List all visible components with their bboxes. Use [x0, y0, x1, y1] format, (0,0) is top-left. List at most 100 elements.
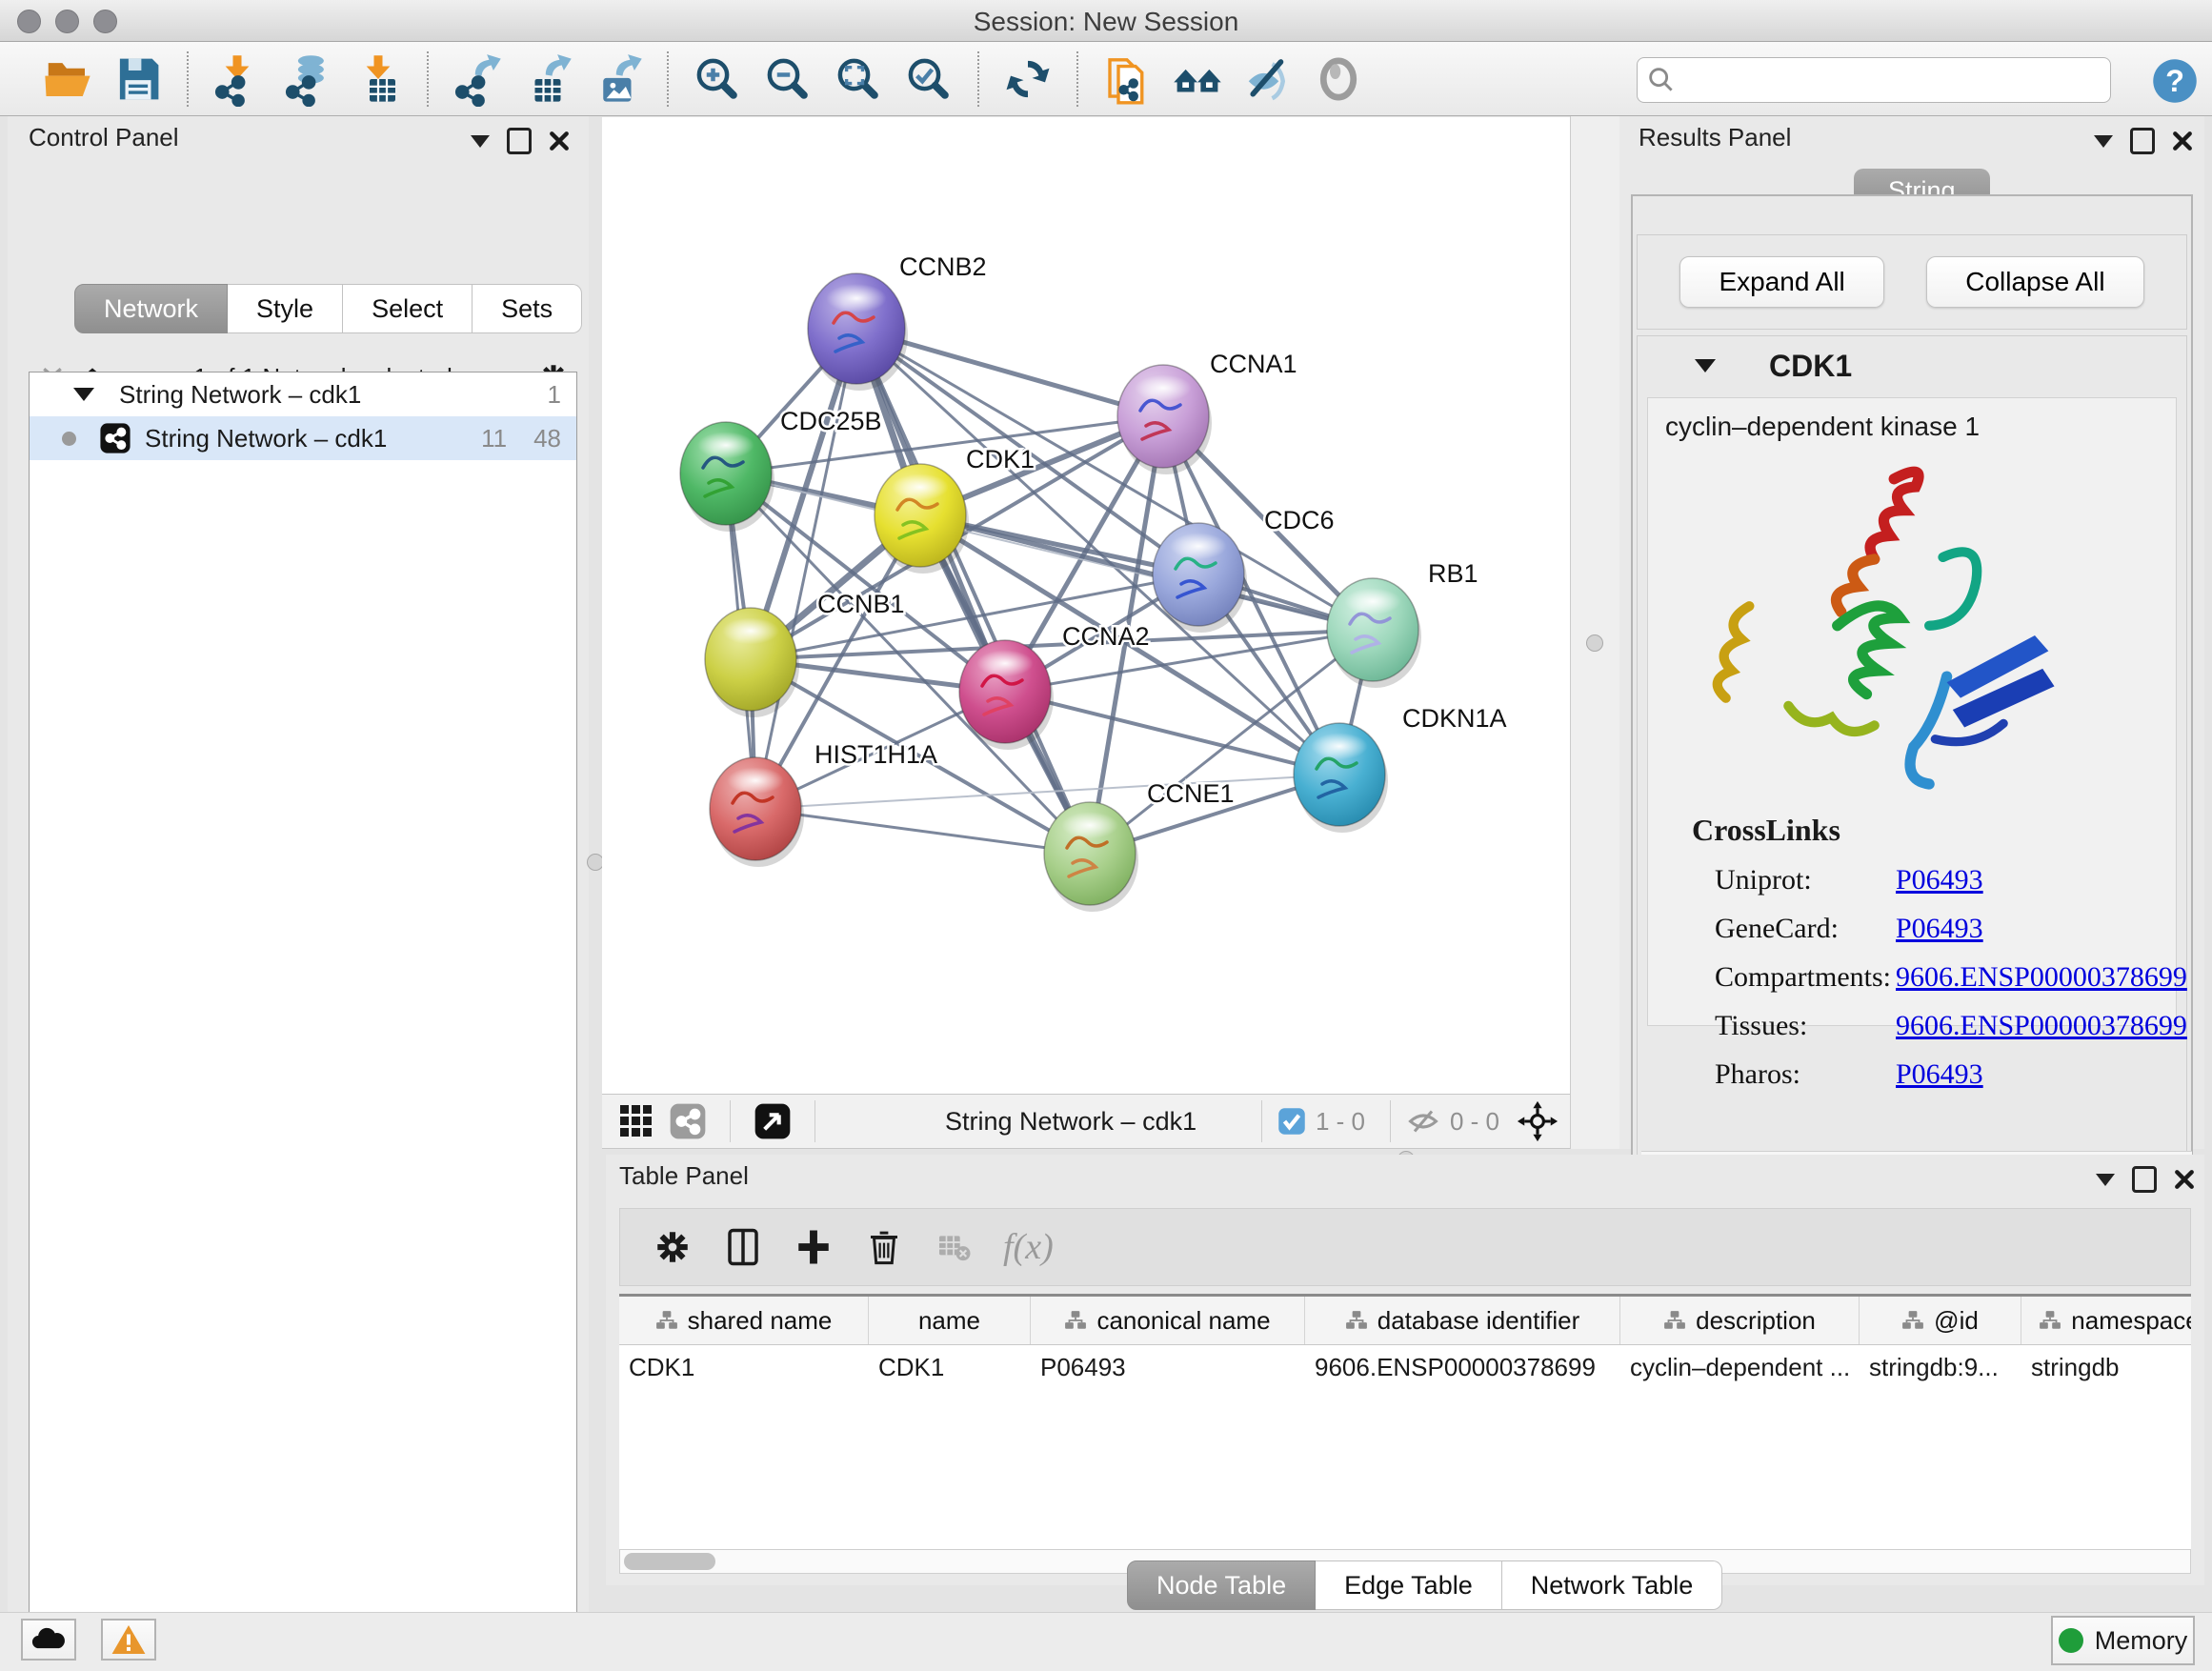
crosslink-link[interactable]: P06493	[1896, 913, 1983, 945]
control-panel: Control Panel NetworkStyleSelectSets 1 o…	[8, 116, 589, 1618]
network-view-share-button[interactable]	[669, 1102, 707, 1140]
warnings-button[interactable]	[101, 1619, 156, 1661]
network-node-CCNB1[interactable]	[705, 608, 799, 717]
table-row[interactable]: CDK1CDK1P064939606.ENSP00000378699cyclin…	[619, 1345, 2191, 1389]
export-table-button[interactable]	[518, 50, 577, 109]
tab-network[interactable]: Network	[74, 284, 228, 333]
left-splitter[interactable]	[589, 116, 602, 1618]
table-type-tabs: Node TableEdge TableNetwork Table	[1127, 1560, 1722, 1610]
zoom-fit-button[interactable]	[829, 50, 888, 109]
hide-glass-button[interactable]	[1238, 50, 1297, 109]
birdseye-view-button[interactable]	[754, 1102, 792, 1140]
main-toolbar: ?	[0, 42, 2212, 116]
entry-header[interactable]: CDK1	[1638, 336, 2186, 395]
fit-content-button[interactable]	[1517, 1100, 1558, 1142]
network-canvas[interactable]: CCNB2CCNA1CDC25BCDK1CDC6RB1CCNB1CCNA2CDK…	[602, 117, 1570, 1094]
refresh-button[interactable]	[998, 50, 1057, 109]
show-glass-button[interactable]	[1309, 50, 1368, 109]
float-panel-icon[interactable]	[507, 128, 532, 154]
trash-icon	[864, 1227, 904, 1267]
column-header-name[interactable]: name	[869, 1297, 1031, 1344]
network-node-CDK1[interactable]	[875, 464, 969, 574]
network-collection-list: String Network – cdk1 1 String Network –…	[29, 372, 577, 1671]
collapse-panel-icon[interactable]	[2094, 135, 2113, 148]
network-row[interactable]: String Network – cdk1 11 48	[30, 416, 576, 460]
network-edge-CCNB2-HIST1H1A[interactable]	[755, 329, 856, 809]
column-header-label: shared name	[688, 1306, 833, 1336]
shared-column-icon	[655, 1309, 678, 1332]
collection-row[interactable]: String Network – cdk1 1	[30, 372, 576, 416]
float-panel-icon[interactable]	[2130, 128, 2155, 154]
network-edge-HIST1H1A-CCNE1[interactable]	[755, 809, 1090, 854]
column-header-@id[interactable]: @id	[1860, 1297, 2021, 1344]
tab-node-table[interactable]: Node Table	[1127, 1560, 1316, 1610]
close-panel-icon[interactable]	[549, 131, 570, 151]
show-columns-button[interactable]	[717, 1226, 769, 1268]
zoom-in-button[interactable]	[688, 50, 747, 109]
search-box	[1637, 57, 2111, 103]
expand-all-button[interactable]: Expand All	[1679, 256, 1883, 308]
close-panel-icon[interactable]	[2172, 131, 2193, 151]
column-header-description[interactable]: description	[1620, 1297, 1860, 1344]
search-icon	[1645, 64, 1678, 96]
tab-network-table[interactable]: Network Table	[1502, 1560, 1723, 1610]
collapse-all-button[interactable]: Collapse All	[1926, 256, 2143, 308]
export-image-button[interactable]	[589, 50, 648, 109]
column-header-canonical-name[interactable]: canonical name	[1031, 1297, 1305, 1344]
network-node-CDKN1A[interactable]	[1294, 723, 1388, 833]
network-node-CCNE1[interactable]	[1044, 802, 1138, 912]
table-options-button[interactable]	[647, 1226, 698, 1268]
float-panel-icon[interactable]	[2132, 1166, 2157, 1193]
selected-checkbox-icon[interactable]	[1277, 1107, 1306, 1136]
scrollbar-thumb[interactable]	[624, 1553, 715, 1570]
help-button[interactable]: ?	[2145, 51, 2204, 111]
network-node-HIST1H1A[interactable]	[710, 757, 804, 867]
cloud-icon	[30, 1625, 68, 1654]
delete-column-button[interactable]	[858, 1226, 910, 1268]
close-panel-icon[interactable]	[2174, 1169, 2195, 1190]
collapse-panel-icon[interactable]	[2096, 1174, 2115, 1186]
column-header-namespace[interactable]: namespace	[2021, 1297, 2191, 1344]
tab-sets[interactable]: Sets	[473, 284, 582, 333]
import-network-file-button[interactable]	[208, 50, 267, 109]
tab-edge-table[interactable]: Edge Table	[1316, 1560, 1502, 1610]
control-panel-tabs: NetworkStyleSelectSets	[74, 284, 582, 333]
export-network-button[interactable]	[448, 50, 507, 109]
entry-expander-icon[interactable]	[1695, 359, 1716, 372]
toolbar-separator	[187, 51, 189, 107]
save-session-button[interactable]	[109, 50, 168, 109]
function-builder-button[interactable]: f(x)	[997, 1225, 1059, 1269]
open-session-button[interactable]	[38, 50, 97, 109]
tab-select[interactable]: Select	[343, 284, 473, 333]
right-splitter[interactable]	[1570, 116, 1620, 1149]
network-node-CCNB2[interactable]	[808, 273, 908, 391]
crosslink-link[interactable]: P06493	[1896, 1058, 1983, 1091]
save-icon	[112, 53, 164, 105]
crosslink-label: Uniprot:	[1715, 864, 1896, 896]
crosslink-link[interactable]: 9606.ENSP00000378699	[1896, 961, 2187, 994]
delete-table-button[interactable]	[929, 1227, 978, 1267]
memory-button[interactable]: Memory	[2051, 1616, 2195, 1665]
collapse-panel-icon[interactable]	[471, 135, 490, 148]
network-node-RB1[interactable]	[1327, 578, 1421, 688]
search-input[interactable]	[1685, 60, 2110, 100]
create-column-button[interactable]	[788, 1226, 839, 1268]
crosslink-link[interactable]: 9606.ENSP00000378699	[1896, 1010, 2187, 1042]
splitter-handle[interactable]	[1586, 634, 1603, 652]
shared-column-icon	[1663, 1309, 1686, 1332]
crosslink-link[interactable]: P06493	[1896, 864, 1983, 896]
import-table-file-button[interactable]	[349, 50, 408, 109]
zoom-selected-button[interactable]	[899, 50, 958, 109]
import-network-database-button[interactable]	[278, 50, 337, 109]
grid-view-button[interactable]	[619, 1104, 654, 1138]
network-node-CDC25B[interactable]	[680, 422, 774, 532]
string-import-button[interactable]	[1097, 50, 1156, 109]
network-node-CCNA1[interactable]	[1117, 365, 1212, 474]
tab-style[interactable]: Style	[228, 284, 343, 333]
string-home-button[interactable]	[1168, 50, 1227, 109]
cloud-status-button[interactable]	[21, 1619, 76, 1661]
column-header-shared-name[interactable]: shared name	[619, 1297, 869, 1344]
collection-expander-icon[interactable]	[73, 388, 94, 401]
column-header-database-identifier[interactable]: database identifier	[1305, 1297, 1620, 1344]
zoom-out-button[interactable]	[758, 50, 817, 109]
